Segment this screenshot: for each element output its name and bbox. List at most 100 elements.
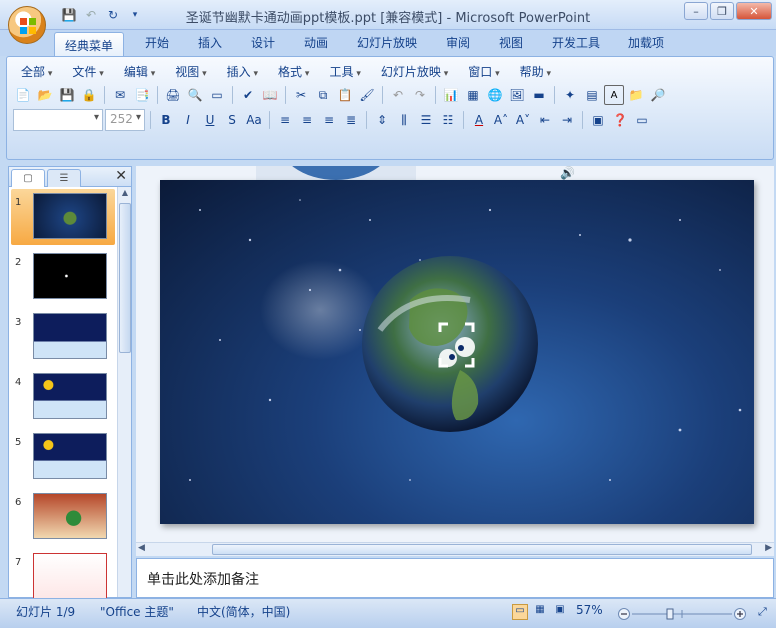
research-icon[interactable]: 📖 [260, 85, 280, 105]
font-size-select[interactable]: 252 [105, 109, 145, 131]
email-icon[interactable]: ✉ [110, 85, 130, 105]
copy-icon[interactable]: ⧉ [313, 85, 333, 105]
align-left-icon[interactable]: ≡ [275, 110, 295, 130]
zoom-level[interactable]: 57% [576, 603, 603, 617]
scroll-right-icon[interactable]: ▶ [765, 543, 772, 553]
tab-developer[interactable]: 开发工具 [552, 34, 600, 51]
folder-icon[interactable]: 📁 [626, 85, 646, 105]
scroll-up-icon[interactable]: ▲ [119, 188, 131, 200]
tab-design[interactable]: 设计 [251, 34, 275, 51]
decrease-indent-icon[interactable]: ⇤ [535, 110, 555, 130]
publish-icon[interactable]: 📑 [132, 85, 152, 105]
tab-home[interactable]: 开始 [145, 34, 169, 51]
line-spacing-icon[interactable]: ⇕ [372, 110, 392, 130]
align-right-icon[interactable]: ≡ [319, 110, 339, 130]
tab-addins[interactable]: 加载项 [628, 34, 664, 51]
print-preview-icon[interactable]: 🔍 [185, 85, 205, 105]
menu-tools[interactable]: 工具 [319, 63, 370, 80]
menu-view[interactable]: 视图 [165, 63, 216, 80]
underline-icon[interactable]: U [200, 110, 220, 130]
font-name-select[interactable] [13, 109, 103, 131]
slide-thumbnail[interactable]: 7 [11, 549, 115, 605]
help-icon[interactable]: ❓ [610, 110, 630, 130]
bold-icon[interactable]: B [156, 110, 176, 130]
open-icon[interactable]: 📂 [35, 85, 55, 105]
menu-help[interactable]: 帮助 [510, 63, 561, 80]
language-indicator[interactable]: 中文(简体，中国) [197, 603, 290, 620]
menu-all[interactable]: 全部 [11, 63, 62, 80]
save-icon[interactable]: 💾 [57, 85, 77, 105]
minimize-button[interactable]: – [684, 2, 708, 20]
redo-icon[interactable]: ↷ [410, 85, 430, 105]
print-icon[interactable]: 🖨 [163, 85, 183, 105]
normal-view-icon[interactable]: ▭ [512, 604, 528, 620]
current-slide[interactable] [160, 180, 754, 524]
menu-insert[interactable]: 插入 [217, 63, 268, 80]
tab-animation[interactable]: 动画 [304, 34, 328, 51]
justify-icon[interactable]: ≣ [341, 110, 361, 130]
tab-slideshow[interactable]: 幻灯片放映 [357, 34, 417, 51]
menu-file[interactable]: 文件 [62, 63, 113, 80]
more-icon[interactable]: ▭ [632, 110, 652, 130]
zoom-icon[interactable]: 🔎 [648, 85, 668, 105]
slides-scrollbar[interactable]: ▲ [117, 187, 131, 597]
office-button[interactable] [8, 6, 46, 44]
close-button[interactable]: ✕ [736, 2, 772, 20]
undo-icon[interactable]: ↶ [388, 85, 408, 105]
tab-classic-menu[interactable]: 经典菜单 [54, 32, 125, 56]
page-setup-icon[interactable]: ▭ [207, 85, 227, 105]
slide-sorter-icon[interactable]: ▦ [532, 604, 548, 620]
slide-horizontal-scrollbar[interactable]: ◀ ▶ [136, 542, 774, 556]
format-painter-icon[interactable]: 🖌 [357, 85, 377, 105]
outline-tab[interactable]: ☰ [47, 169, 81, 187]
table-icon[interactable]: ▦ [463, 85, 483, 105]
slide-thumbnail[interactable]: 3 [11, 309, 115, 365]
increase-font-icon[interactable]: A˄ [491, 110, 511, 130]
slide-thumbnail[interactable]: 1 [11, 189, 115, 245]
scroll-thumb[interactable] [119, 203, 131, 353]
fit-to-window-icon[interactable]: ⤢ [758, 605, 767, 619]
hyperlink-icon[interactable]: 🌐 [485, 85, 505, 105]
slide-thumbnail[interactable]: 6 [11, 489, 115, 545]
layout-icon[interactable]: ▤ [582, 85, 602, 105]
zoom-slider[interactable] [618, 608, 746, 620]
paste-icon[interactable]: 📋 [335, 85, 355, 105]
menu-format[interactable]: 格式 [268, 63, 319, 80]
italic-icon[interactable]: I [178, 110, 198, 130]
bullets-icon[interactable]: ☷ [438, 110, 458, 130]
spelling-icon[interactable]: ✔ [238, 85, 258, 105]
text-box-icon[interactable]: A [604, 85, 624, 105]
slide-thumbnail[interactable]: 5 [11, 429, 115, 485]
sound-icon[interactable]: 🔊 [560, 166, 575, 180]
align-center-icon[interactable]: ≡ [297, 110, 317, 130]
slide-thumbnail[interactable]: 2 [11, 249, 115, 305]
chart-icon[interactable]: 📊 [441, 85, 461, 105]
tab-review[interactable]: 审阅 [446, 34, 470, 51]
picture-icon[interactable]: 🖼 [507, 85, 527, 105]
design-icon[interactable]: ▣ [588, 110, 608, 130]
slide-thumbnail[interactable]: 4 [11, 369, 115, 425]
increase-indent-icon[interactable]: ⇥ [557, 110, 577, 130]
slides-tab[interactable]: ▢ [11, 169, 45, 187]
hscroll-thumb[interactable] [212, 544, 752, 555]
cut-icon[interactable]: ✂ [291, 85, 311, 105]
scroll-left-icon[interactable]: ◀ [138, 543, 145, 553]
columns-icon[interactable]: ⫼ [394, 110, 414, 130]
change-case-icon[interactable]: Aa [244, 110, 264, 130]
numbering-icon[interactable]: ☰ [416, 110, 436, 130]
menu-window[interactable]: 窗口 [458, 63, 509, 80]
shadow-icon[interactable]: S [222, 110, 242, 130]
menu-edit[interactable]: 编辑 [114, 63, 165, 80]
tab-insert[interactable]: 插入 [198, 34, 222, 51]
font-color-icon[interactable]: A [469, 110, 489, 130]
close-pane-icon[interactable]: ✕ [115, 168, 127, 184]
restore-button[interactable]: ❐ [710, 2, 734, 20]
fill-color-icon[interactable]: ▬ [529, 85, 549, 105]
new-slide-icon[interactable]: ✦ [560, 85, 580, 105]
slideshow-view-icon[interactable]: ▣ [552, 604, 568, 620]
permission-icon[interactable]: 🔒 [79, 85, 99, 105]
tab-view[interactable]: 视图 [499, 34, 523, 51]
menu-slideshow[interactable]: 幻灯片放映 [371, 63, 458, 80]
new-icon[interactable]: 📄 [13, 85, 33, 105]
decrease-font-icon[interactable]: A˅ [513, 110, 533, 130]
